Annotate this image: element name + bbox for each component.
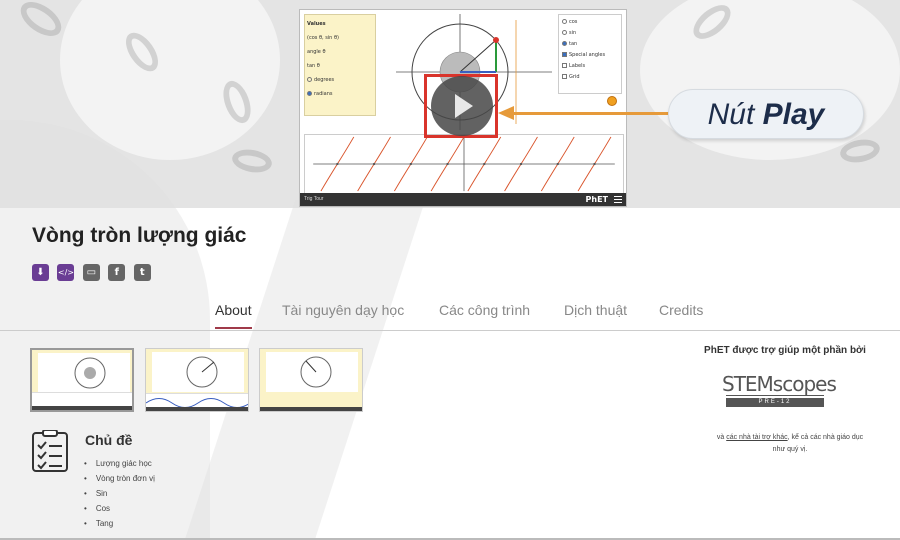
tab-credits[interactable]: Credits [659, 302, 703, 327]
thumbnail-canvas [266, 352, 358, 392]
thumbnail-circle [74, 357, 106, 389]
checkbox-icon [562, 63, 567, 68]
thumbnail-bar [32, 406, 132, 410]
values-row-coords: (cos θ, sin θ) [307, 35, 339, 41]
topic-item: Vòng tròn đơn vị [84, 471, 155, 486]
tab-translations[interactable]: Dịch thuật [564, 302, 627, 327]
axis-tick-dot [483, 162, 486, 166]
tab-about[interactable]: About [215, 302, 252, 329]
values-row-angle: angle θ [307, 49, 326, 55]
screenshot-thumbnail[interactable] [145, 348, 249, 412]
screenshot-thumbnail[interactable] [259, 348, 363, 412]
checkbox-icon [562, 74, 567, 79]
axis-tick-dot [446, 162, 449, 166]
topic-item: Sin [84, 486, 155, 501]
topic-item: Tang [84, 516, 155, 531]
other-sponsors-link[interactable]: các nhà tài trợ khác [726, 434, 787, 441]
reset-icon[interactable] [607, 96, 617, 106]
unit-degrees[interactable]: degrees [307, 73, 373, 87]
thumbnail-circle [186, 356, 218, 388]
callout-emphasis: Play [762, 98, 825, 131]
radio-icon [562, 19, 567, 24]
tab-bar: About Tài nguyên dạy học Các công trình … [0, 296, 900, 330]
option-grid[interactable]: Grid [562, 72, 618, 83]
function-panel: cos sin tan Special angles Labels Grid [558, 14, 622, 94]
logo-rule [726, 395, 824, 396]
sponsor-heading: PhET được trợ giúp một phần bởi [704, 345, 866, 356]
radio-selected-icon [562, 41, 567, 46]
radio-icon [562, 30, 567, 35]
tab-works[interactable]: Các công trình [439, 302, 530, 327]
tab-teaching-resources[interactable]: Tài nguyên dạy học [282, 302, 404, 327]
axis-tick-dot [409, 162, 412, 166]
facebook-icon[interactable]: f [108, 264, 126, 281]
function-cos[interactable]: cos [562, 17, 618, 28]
topics-list: Lượng giác học Vòng tròn đơn vị Sin Cos … [84, 456, 155, 531]
axis-tick-dot [372, 162, 376, 166]
thumbnail-bar [260, 407, 362, 411]
option-labels[interactable]: Labels [562, 61, 618, 72]
stemscopes-logo-text: STEMscopes [722, 372, 837, 396]
values-panel: Values (cos θ, sin θ) angle θ tan θ degr… [304, 14, 376, 116]
axis-tick-dot [519, 162, 523, 166]
radio-selected-icon [307, 91, 312, 96]
topic-item: Cos [84, 501, 155, 516]
stemscopes-logo[interactable]: STEMscopes PRE-12 [722, 372, 862, 416]
download-icon[interactable]: ⬇ [32, 264, 49, 281]
thumbnail-canvas [152, 352, 244, 392]
twitter-icon[interactable]: t [133, 264, 151, 281]
tab-divider [0, 330, 900, 331]
callout-prefix: Nút [707, 98, 763, 131]
function-sin[interactable]: sin [562, 28, 618, 39]
video-bottom-bar: Trig Tour PhET [300, 193, 626, 206]
sponsor-note: và các nhà tài trợ khác, kể cả các nhà g… [710, 432, 870, 456]
values-row-tan: tan θ [307, 63, 320, 69]
option-special-angles[interactable]: Special angles [562, 50, 618, 61]
menu-icon[interactable] [614, 196, 622, 203]
stemscopes-logo-subtext: PRE-12 [726, 398, 824, 407]
axis-tick-dot [593, 162, 596, 166]
radio-icon [307, 77, 312, 82]
sponsor-note-prefix: và [716, 434, 727, 441]
callout-arrowhead [498, 106, 514, 120]
axis-tick-dot [556, 162, 559, 166]
callout-arrow [512, 112, 672, 115]
thumbnail-bar [146, 407, 248, 411]
embed-icon[interactable]: </> [57, 264, 75, 281]
tangent-graph [304, 134, 624, 194]
page-title: Vòng tròn lượng giác [32, 224, 247, 247]
thumbnail-canvas [38, 353, 130, 393]
topics-title: Chủ đề [85, 432, 133, 448]
phet-logo: PhET [585, 195, 608, 204]
function-tan[interactable]: tan [562, 39, 618, 50]
values-panel-title: Values [307, 21, 326, 27]
play-button[interactable] [431, 76, 493, 136]
classroom-icon[interactable]: ▭ [82, 264, 100, 281]
thumbnail-circle [300, 356, 332, 388]
screenshot-thumbnail[interactable] [30, 348, 134, 412]
unit-radians[interactable]: radians [307, 87, 373, 101]
video-title: Trig Tour [304, 196, 324, 202]
axis-tick-dot [336, 162, 339, 166]
topics-checklist-icon [32, 430, 68, 472]
checkbox-checked-icon [562, 52, 567, 57]
share-icons: ⬇ </> ▭ f t [32, 262, 155, 281]
topic-item: Lượng giác học [84, 456, 155, 471]
play-callout: Nút Play [668, 89, 864, 139]
